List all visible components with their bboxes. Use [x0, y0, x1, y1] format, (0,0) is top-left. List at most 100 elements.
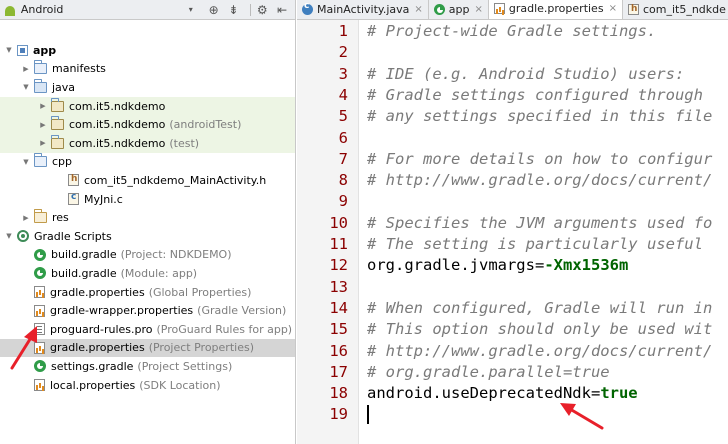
- code-line[interactable]: # For more details on how to configur: [367, 149, 712, 170]
- close-icon[interactable]: ×: [609, 3, 617, 14]
- tree-item-qualifier: (Project Settings): [137, 359, 233, 373]
- code-comment: # When configured, Gradle will run in: [367, 298, 713, 317]
- editor-tab-label: com_it5_ndkde: [642, 2, 726, 16]
- collapsed-arrow-icon[interactable]: ▶: [38, 121, 48, 129]
- tree-item[interactable]: build.gradle (Module: app): [0, 264, 295, 283]
- tree-item[interactable]: local.properties (SDK Location): [0, 376, 295, 395]
- tree-item[interactable]: MyJni.c: [0, 190, 295, 209]
- properties-file-icon: [34, 379, 45, 392]
- tree-item-qualifier: (Global Properties): [148, 285, 252, 299]
- collapse-all-icon[interactable]: ⇟: [227, 3, 241, 17]
- tree-item[interactable]: settings.gradle (Project Settings): [0, 357, 295, 376]
- tree-item[interactable]: ▼ Gradle Scripts: [0, 227, 295, 246]
- hide-icon[interactable]: ⇤: [275, 3, 289, 17]
- close-icon[interactable]: ×: [474, 4, 482, 15]
- tree-item-label: build.gradle: [51, 248, 117, 262]
- tree-item[interactable]: ▼ java: [0, 78, 295, 97]
- tree-item-label: MyJni.c: [84, 192, 123, 206]
- gradle-file-icon: [34, 248, 46, 261]
- module-icon: [17, 44, 28, 56]
- text-cursor: [367, 405, 369, 425]
- expanded-arrow-icon[interactable]: ▼: [21, 83, 31, 91]
- tree-item[interactable]: ▼ app: [0, 41, 295, 60]
- tree-item[interactable]: gradle.properties (Project Properties): [0, 338, 295, 358]
- expanded-arrow-icon[interactable]: ▼: [4, 46, 14, 54]
- tree-item-label: settings.gradle: [51, 359, 134, 373]
- editor-tab[interactable]: MainActivity.java ×: [297, 0, 429, 19]
- code-line[interactable]: # Project-wide Gradle settings.: [367, 21, 656, 42]
- package-icon: [51, 97, 64, 112]
- code-line[interactable]: # http://www.gradle.org/docs/current/: [367, 170, 712, 191]
- code-area[interactable]: # Project-wide Gradle settings. # IDE (e.…: [367, 20, 728, 444]
- tree-item[interactable]: ▶ com.it5.ndkdemo (test): [0, 134, 295, 153]
- code-line[interactable]: # Specifies the JVM arguments used fo: [367, 213, 712, 234]
- editor-tab[interactable]: com_it5_ndkde: [623, 0, 728, 19]
- editor-tab-bar: MainActivity.java × app × gradle.properties ×…: [297, 0, 728, 20]
- project-view-selector[interactable]: Android: [21, 3, 189, 16]
- collapsed-arrow-icon[interactable]: ▶: [21, 214, 31, 222]
- collapsed-arrow-icon[interactable]: ▶: [38, 102, 48, 110]
- line-number: 7: [338, 149, 348, 168]
- cpp-folder-icon: [34, 153, 47, 168]
- tree-item-label: com.it5.ndkdemo: [69, 136, 166, 150]
- tree-item[interactable]: proguard-rules.pro (ProGuard Rules for ap…: [0, 320, 295, 339]
- android-icon: [4, 4, 16, 16]
- tree-item[interactable]: build.gradle (Project: NDKDEMO): [0, 246, 295, 265]
- code-line[interactable]: org.gradle.jvmargs=-Xmx1536m: [367, 255, 628, 276]
- tree-item-label: com.it5.ndkdemo: [69, 99, 166, 113]
- sync-icon[interactable]: ⊕: [207, 3, 221, 17]
- line-number: 6: [338, 128, 348, 147]
- line-number: 17: [329, 362, 348, 381]
- gear-icon[interactable]: ⚙: [255, 3, 269, 17]
- code-line[interactable]: # IDE (e.g. Android Studio) users:: [367, 64, 684, 85]
- c-file-icon: [68, 192, 79, 206]
- tree-item-label: res: [52, 211, 69, 225]
- line-number: 13: [329, 277, 348, 296]
- editor-tab-label: gradle.properties: [508, 2, 604, 15]
- close-icon[interactable]: ×: [414, 4, 422, 15]
- code-comment: # org.gradle.parallel=true: [367, 362, 610, 381]
- property-separator: =: [534, 256, 545, 275]
- code-comment: # any settings specified in this file: [367, 107, 713, 126]
- code-comment: # Project-wide Gradle settings.: [367, 22, 657, 40]
- code-line[interactable]: # Gradle settings configured through: [367, 85, 703, 106]
- tree-item-label: gradle-wrapper.properties: [50, 304, 194, 318]
- tree-item-label: com.it5.ndkdemo: [69, 118, 166, 132]
- tree-item[interactable]: com_it5_ndkdemo_MainActivity.h: [0, 171, 295, 190]
- code-line[interactable]: # When configured, Gradle will run in: [367, 298, 712, 319]
- tree-item[interactable]: ▼ cpp: [0, 153, 295, 172]
- code-comment: # Gradle settings configured through: [367, 85, 703, 104]
- code-line[interactable]: android.useDeprecatedNdk=true: [367, 383, 638, 404]
- property-key: android.useDeprecatedNdk: [367, 384, 591, 403]
- property-separator: =: [590, 384, 601, 403]
- tree-item[interactable]: ▶ com.it5.ndkdemo: [0, 96, 295, 116]
- tree-item[interactable]: gradle-wrapper.properties (Gradle Version…: [0, 301, 295, 320]
- tree-item[interactable]: gradle.properties (Global Properties): [0, 283, 295, 302]
- package-icon: [51, 134, 64, 149]
- tree-item[interactable]: ▶ res: [0, 208, 295, 227]
- tree-item[interactable]: ▶ manifests: [0, 60, 295, 79]
- project-panel-toolbar: Android ▾ ⊕ ⇟ ⚙ ⇤: [0, 0, 295, 20]
- code-line[interactable]: # org.gradle.parallel=true: [367, 362, 610, 383]
- tree-item-label: java: [52, 80, 76, 94]
- collapsed-arrow-icon[interactable]: ▶: [21, 65, 31, 73]
- collapsed-arrow-icon[interactable]: ▶: [38, 139, 48, 147]
- tree-item[interactable]: ▶ com.it5.ndkdemo (androidTest): [0, 115, 295, 134]
- code-line[interactable]: # any settings specified in this file: [367, 106, 712, 127]
- code-line[interactable]: # This option should only be used wit: [367, 319, 712, 340]
- code-line[interactable]: # http://www.gradle.org/docs/current/: [367, 341, 712, 362]
- code-comment: # This option should only be used wit: [367, 320, 713, 339]
- line-number: 11: [329, 235, 348, 253]
- code-line[interactable]: # The setting is particularly useful: [367, 234, 703, 255]
- res-folder-icon: [34, 209, 47, 224]
- expanded-arrow-icon[interactable]: ▼: [21, 158, 31, 166]
- chevron-down-icon[interactable]: ▾: [189, 5, 193, 14]
- tree-item-label: proguard-rules.pro: [50, 322, 153, 336]
- editor-tab[interactable]: gradle.properties ×: [488, 0, 623, 19]
- expanded-arrow-icon[interactable]: ▼: [4, 232, 14, 240]
- editor-tab[interactable]: app ×: [429, 0, 489, 19]
- tree-item-label: Gradle Scripts: [34, 229, 112, 243]
- line-number: 2: [338, 43, 348, 62]
- code-comment: # http://www.gradle.org/docs/current/: [367, 341, 713, 360]
- tree-item-label: gradle.properties: [50, 341, 145, 355]
